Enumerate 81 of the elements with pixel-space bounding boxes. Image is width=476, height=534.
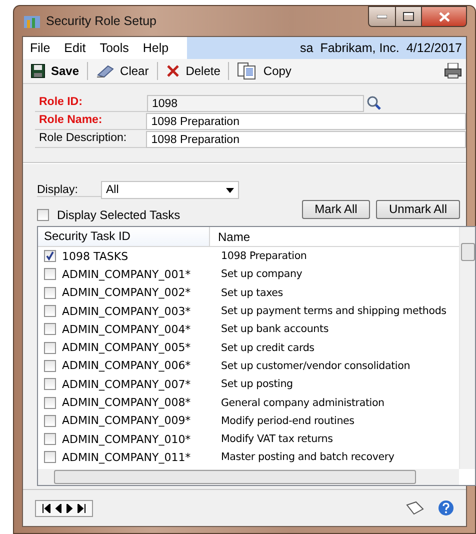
table-cell: Set up customer/vendor consolidation (221, 360, 410, 372)
maximize-button[interactable] (396, 6, 422, 27)
minimize-icon (377, 14, 387, 18)
x-icon (166, 64, 180, 78)
menu-item[interactable]: Edit (57, 41, 93, 55)
last-record-icon[interactable] (77, 504, 86, 512)
checkbox[interactable] (44, 414, 56, 427)
column-header[interactable]: Name (210, 230, 250, 244)
menu-item[interactable]: File (23, 41, 58, 55)
checkbox[interactable] (44, 360, 56, 372)
table-cell-text: ADMIN_COMPANY_005* (61, 341, 192, 354)
menu-item[interactable]: Help (136, 41, 176, 55)
checkbox[interactable] (44, 305, 56, 318)
mark-all-button[interactable]: Mark All (302, 200, 370, 218)
table-cell-text: ADMIN_COMPANY_003* (61, 304, 192, 318)
table-cell: General company administration (221, 396, 384, 409)
help-icon[interactable] (438, 500, 454, 516)
role-name-field[interactable]: 1098 Preparation (146, 112, 466, 130)
documents-icon (237, 62, 258, 80)
eraser-icon (96, 64, 114, 78)
minimize-button[interactable] (368, 6, 396, 27)
table-cell-text: 1098 TASKS (61, 250, 130, 263)
display-dropdown[interactable]: All (101, 181, 239, 199)
scrollbar-thumb[interactable] (461, 243, 475, 261)
table-cell: Master posting and batch recovery (221, 451, 394, 464)
table-cell: Set up credit cards (221, 342, 314, 354)
column-header[interactable]: Security Task ID (38, 227, 210, 246)
checkbox[interactable] (44, 451, 56, 464)
table-cell: Set up company (221, 268, 302, 280)
table-cell: Set up posting (221, 378, 293, 390)
checkbox[interactable] (44, 268, 56, 280)
table-cell-text: ADMIN_COMPANY_011* (61, 450, 192, 464)
first-record-icon[interactable] (42, 504, 51, 512)
table-cell: Modify period-end routines (221, 414, 354, 427)
vertical-scrollbar[interactable] (459, 227, 475, 469)
table-cell: Set up taxes (221, 286, 283, 299)
unmark-all-button[interactable]: Unmark All (376, 200, 460, 218)
copy-button[interactable]: Copy (233, 60, 296, 82)
table-cell: Modify VAT tax returns (221, 433, 333, 446)
search-icon[interactable] (366, 95, 382, 111)
session-info: Fabrikam, Inc. (320, 41, 400, 55)
table-cell-text: ADMIN_COMPANY_009* (61, 414, 192, 428)
table-cell-text: ADMIN_COMPANY_006* (61, 359, 192, 372)
save-button[interactable]: Save (27, 62, 84, 80)
session-info: sa (300, 41, 314, 55)
role-id-field[interactable]: 1098 (147, 94, 364, 112)
table-cell-text: ADMIN_COMPANY_004* (61, 322, 192, 336)
table-cell: Set up bank accounts (221, 323, 329, 336)
checkbox[interactable] (44, 323, 56, 336)
next-record-icon[interactable] (66, 504, 73, 512)
table-cell: 1098 Preparation (221, 250, 307, 262)
checkbox[interactable] (44, 286, 56, 299)
previous-record-icon[interactable] (55, 504, 62, 512)
delete-button[interactable]: Delete (162, 62, 224, 80)
checkbox[interactable] (44, 433, 56, 446)
checkbox[interactable] (44, 378, 56, 390)
caret-icon (226, 188, 234, 192)
role-description-field[interactable]: 1098 Preparation (146, 130, 466, 148)
table-cell-text: ADMIN_COMPANY_010* (61, 432, 192, 446)
clear-button[interactable]: Clear (92, 62, 153, 80)
maximize-icon (403, 12, 414, 21)
menu-item[interactable]: Tools (92, 41, 136, 55)
checkbox[interactable] (44, 250, 56, 262)
app-icon (24, 14, 40, 28)
note-icon[interactable] (406, 501, 424, 515)
checkbox[interactable] (44, 342, 56, 354)
horizontal-scrollbar[interactable] (38, 469, 459, 485)
checkbox-label: Display Selected Tasks (57, 208, 180, 222)
table-cell-text: ADMIN_COMPANY_008* (61, 396, 192, 410)
checkbox[interactable] (44, 396, 56, 409)
close-button[interactable] (422, 6, 467, 27)
scrollbar-thumb[interactable] (54, 470, 416, 484)
close-icon (438, 12, 450, 22)
table-cell-text: ADMIN_COMPANY_002* (61, 286, 192, 300)
window-title: Security Role Setup (46, 14, 156, 28)
table-cell-text: ADMIN_COMPANY_001* (61, 268, 192, 281)
checkbox[interactable] (37, 209, 49, 221)
printer-icon[interactable] (444, 63, 462, 79)
table-cell-text: ADMIN_COMPANY_007* (61, 378, 192, 391)
session-info: 4/12/2017 (406, 41, 462, 55)
table-cell: Set up payment terms and shipping methods (221, 305, 446, 318)
